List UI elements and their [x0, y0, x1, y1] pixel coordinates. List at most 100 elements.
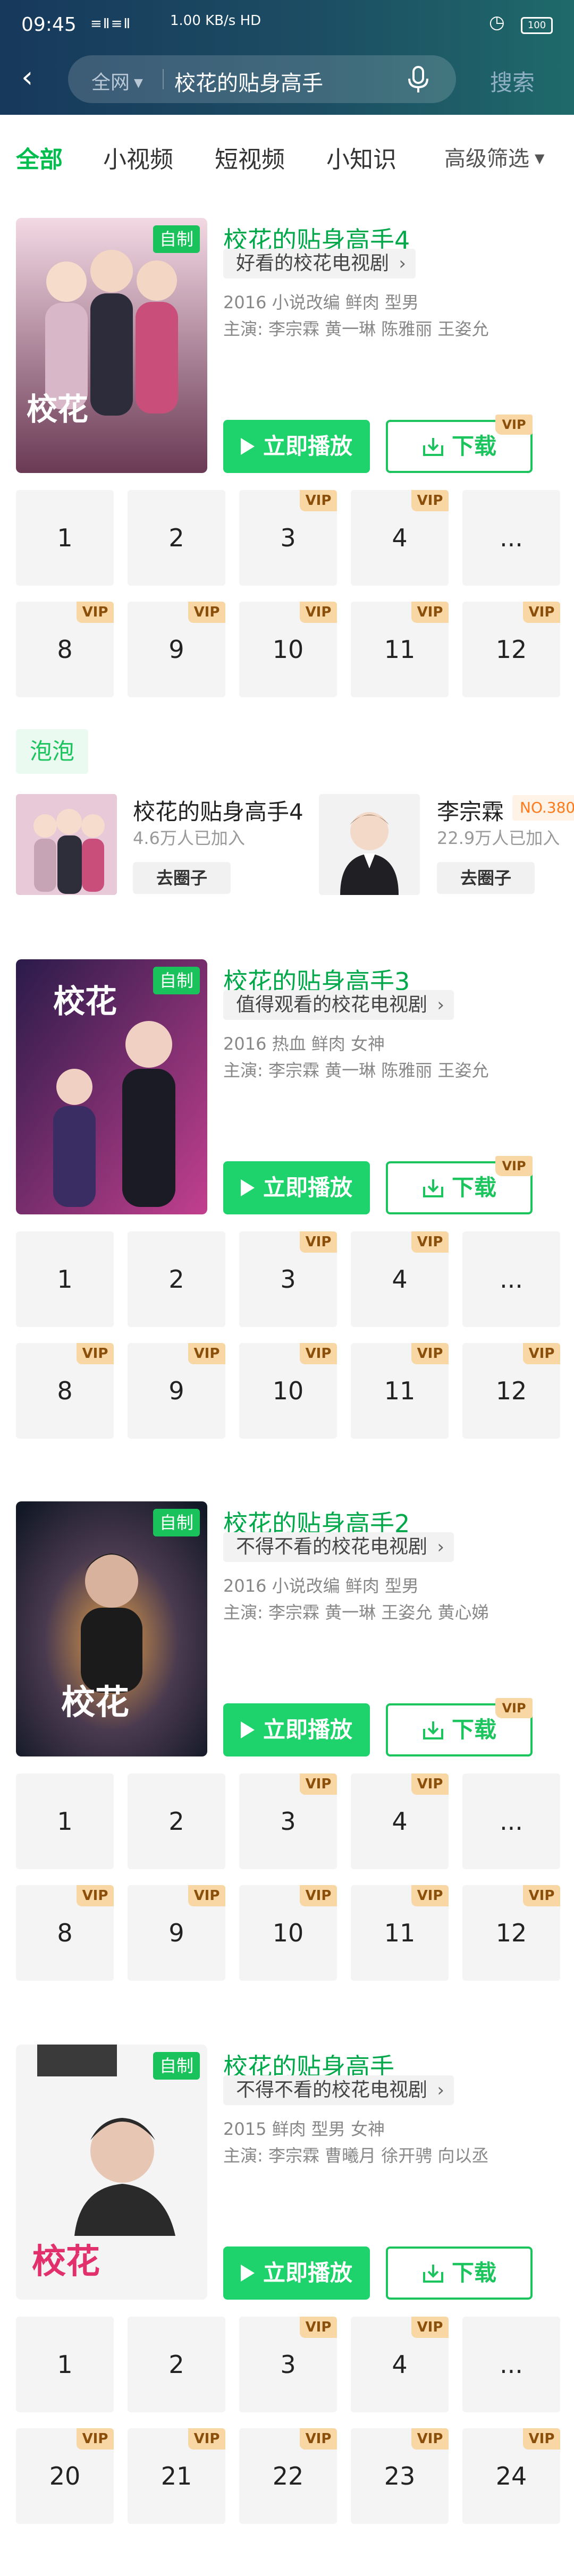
more-episodes-button[interactable]: ... [462, 2317, 560, 2412]
vip-badge: VIP [188, 2428, 225, 2450]
episode-button[interactable]: 9 VIP [128, 1343, 225, 1439]
episode-button[interactable]: 10 VIP [239, 1885, 337, 1981]
show-meta: 2016 热血 鲜肉 女神 [223, 1034, 385, 1054]
episode-button[interactable]: 2 [128, 1231, 225, 1327]
recommend-tag[interactable]: 不得不看的校花电视剧 › [223, 2075, 454, 2105]
battery-icon: 100 [521, 17, 553, 34]
episode-button[interactable]: 20 VIP [16, 2428, 114, 2524]
episode-button[interactable]: 9 VIP [128, 602, 225, 697]
search-scope-dropdown[interactable]: 全网 ▼ [91, 67, 143, 95]
episode-button[interactable]: 1 [16, 1773, 114, 1869]
signal-icon: ≡Ⅱ≡Ⅱ [90, 16, 132, 32]
advanced-filter[interactable]: 高级筛选 ▼ [444, 141, 544, 172]
download-button[interactable]: 下载 VIP [386, 1698, 533, 1756]
search-box[interactable]: 全网 ▼ 校花的贴身高手 [68, 55, 456, 103]
episode-button[interactable]: 11 VIP [351, 1885, 449, 1981]
episode-number: 11 [384, 1919, 416, 1947]
recommend-tag-label: 不得不看的校花电视剧 [236, 1536, 428, 1558]
episode-number: 4 [392, 1265, 408, 1294]
poster-art: 校花 [16, 959, 207, 1214]
episode-button[interactable]: 22 VIP [239, 2428, 337, 2524]
episode-button[interactable]: 8 VIP [16, 602, 114, 697]
episode-button[interactable]: 9 VIP [128, 1885, 225, 1981]
episode-button[interactable]: 4 VIP [351, 490, 449, 586]
episode-button[interactable]: 2 [128, 490, 225, 586]
episode-button[interactable]: 1 [16, 1231, 114, 1327]
circle-thumbnail-art [319, 794, 420, 895]
episode-number: 20 [49, 2462, 81, 2490]
poster-text: 校花 [27, 391, 88, 427]
recommend-tag[interactable]: 值得观看的校花电视剧 › [223, 990, 454, 1020]
network-speed: 1.00 KB/s HD [170, 13, 261, 29]
episode-button[interactable]: 21 VIP [128, 2428, 225, 2524]
episode-button[interactable]: 12 VIP [462, 602, 560, 697]
vip-badge: VIP [188, 602, 225, 623]
play-now-button[interactable]: 立即播放 [223, 2246, 370, 2300]
episode-button[interactable]: 4 VIP [351, 1773, 449, 1869]
show-cast: 主演: 李宗霖 黄一琳 王姿允 黄心娣 [223, 1602, 489, 1623]
back-arrow-icon[interactable]: ‹ [21, 63, 33, 92]
vip-badge: VIP [411, 1231, 449, 1253]
circle-thumbnail[interactable] [16, 794, 117, 895]
tab-mini-video[interactable]: 小视频 [103, 140, 173, 174]
episode-button[interactable]: 2 [128, 2317, 225, 2412]
episode-number: 10 [272, 1919, 304, 1947]
episode-button[interactable]: 12 VIP [462, 1343, 560, 1439]
circle-name[interactable]: 校花的贴身高手4 [133, 794, 303, 826]
episode-button[interactable]: 1 [16, 490, 114, 586]
episode-button[interactable]: 1 [16, 2317, 114, 2412]
play-now-button[interactable]: 立即播放 [223, 1161, 370, 1214]
download-button[interactable]: 下载 VIP [386, 1156, 533, 1214]
episode-button[interactable]: 4 VIP [351, 1231, 449, 1327]
episode-number: 12 [495, 1376, 527, 1405]
vip-badge: VIP [188, 1885, 225, 1906]
episode-button[interactable]: 3 VIP [239, 490, 337, 586]
episode-button[interactable]: 24 VIP [462, 2428, 560, 2524]
episode-button[interactable]: 8 VIP [16, 1885, 114, 1981]
episode-button[interactable]: 10 VIP [239, 1343, 337, 1439]
search-button[interactable]: 搜索 [490, 65, 535, 97]
episode-button[interactable]: 11 VIP [351, 602, 449, 697]
vip-badge: VIP [77, 2428, 114, 2450]
tab-short-video[interactable]: 短视频 [215, 140, 285, 174]
circle-name[interactable]: 李宗霖 [437, 794, 504, 826]
tab-knowledge[interactable]: 小知识 [326, 140, 396, 174]
more-label: ... [500, 523, 523, 552]
vip-badge: VIP [300, 2317, 337, 2338]
download-button[interactable]: 下载 VIP [386, 415, 533, 473]
episode-button[interactable]: 3 VIP [239, 1773, 337, 1869]
episode-button[interactable]: 23 VIP [351, 2428, 449, 2524]
tab-all[interactable]: 全部 [16, 140, 63, 174]
more-episodes-button[interactable]: ... [462, 490, 560, 586]
episode-button[interactable]: 11 VIP [351, 1343, 449, 1439]
episode-button[interactable]: 3 VIP [239, 2317, 337, 2412]
episode-button[interactable]: 8 VIP [16, 1343, 114, 1439]
join-circle-button[interactable]: 去圈子 [437, 862, 535, 894]
download-button[interactable]: 下载 [386, 2246, 533, 2300]
show-cast: 主演: 李宗霖 黄一琳 陈雅丽 王姿允 [223, 1060, 489, 1080]
play-now-button[interactable]: 立即播放 [223, 1703, 370, 1756]
circle-thumbnail[interactable] [319, 794, 420, 895]
microphone-icon[interactable] [405, 65, 432, 94]
recommend-tag[interactable]: 好看的校花电视剧 › [223, 249, 416, 278]
episode-button[interactable]: 2 [128, 1773, 225, 1869]
episode-button[interactable]: 12 VIP [462, 1885, 560, 1981]
join-circle-button[interactable]: 去圈子 [133, 862, 231, 894]
episode-number: 12 [495, 1919, 527, 1947]
episode-button[interactable]: 4 VIP [351, 2317, 449, 2412]
episode-button[interactable]: 10 VIP [239, 602, 337, 697]
poster-image[interactable]: 校花 自制 [16, 959, 207, 1214]
more-episodes-button[interactable]: ... [462, 1773, 560, 1869]
recommend-tag[interactable]: 不得不看的校花电视剧 › [223, 1532, 454, 1562]
search-input[interactable]: 校花的贴身高手 [174, 66, 323, 97]
more-episodes-button[interactable]: ... [462, 1231, 560, 1327]
episode-button[interactable]: 3 VIP [239, 1231, 337, 1327]
show-meta: 2016 小说改编 鲜肉 型男 [223, 1576, 419, 1596]
vip-badge: VIP [77, 602, 114, 623]
poster-image[interactable]: 校花 自制 [16, 1501, 207, 1756]
poster-text: 校花 [61, 1683, 129, 1722]
play-button-label: 立即播放 [263, 1175, 352, 1201]
poster-image[interactable]: 校花 自制 [16, 2045, 207, 2300]
play-now-button[interactable]: 立即播放 [223, 420, 370, 473]
poster-image[interactable]: 校花 自制 [16, 218, 207, 473]
